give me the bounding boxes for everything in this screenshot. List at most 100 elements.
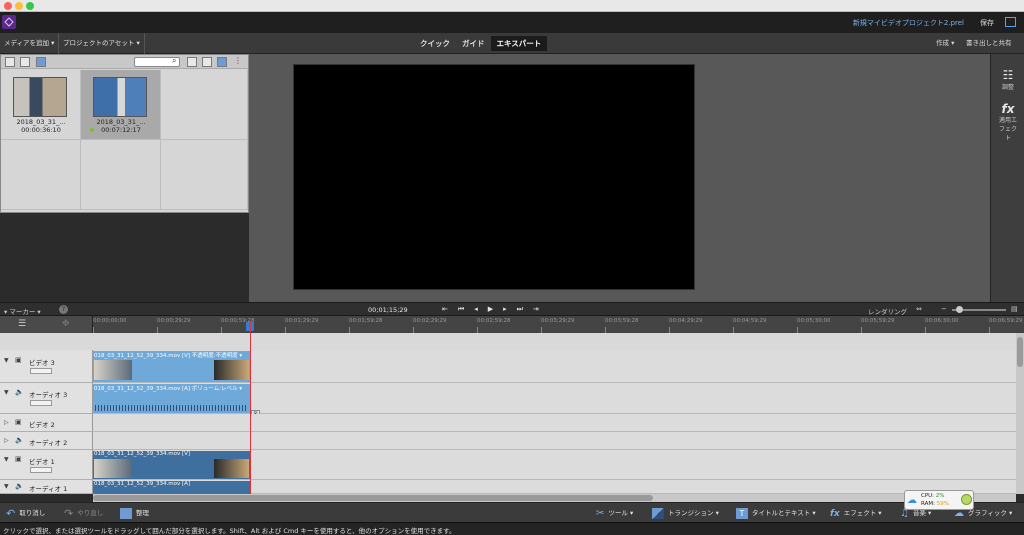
zoom-slider-handle[interactable] — [956, 306, 963, 313]
timecode-display[interactable]: 00;01;15;29 — [368, 306, 408, 314]
trash-icon[interactable] — [202, 57, 212, 67]
applied-effects-button[interactable]: fx 適用エフェクト — [991, 102, 1024, 143]
transitions-button[interactable]: トランジション ▾ — [652, 507, 719, 519]
pin-icon[interactable] — [217, 57, 227, 67]
ruler-tick-label: 00;00;00;00 — [93, 318, 127, 324]
clip-title: 018_03_31_12_52_39_334.mov [V] 不透明度:不透明度… — [94, 353, 243, 359]
project-assets-dropdown[interactable]: プロジェクトのアセット ▾ — [59, 33, 145, 54]
go-to-end-icon[interactable]: ⇥ — [533, 305, 539, 314]
save-button[interactable]: 保存 — [980, 18, 994, 28]
time-ruler[interactable]: 00;00;00;00 00;00;29;29 00;00;59;28 00;01;2… — [93, 316, 1024, 333]
asset-item[interactable]: 2018_03_31_... 00:00:36:10 — [1, 70, 81, 140]
window-title-bar — [0, 0, 1024, 12]
ruler-tick-label: 00;06;30;00 — [925, 318, 959, 324]
clip-audio-3[interactable]: 018_03_31_12_52_39_334.mov [A] ボリューム:レベル… — [93, 384, 250, 413]
speaker-icon: 🔈 — [15, 436, 24, 444]
organizer-icon — [120, 507, 132, 519]
track-label: オーディオ 2 — [29, 439, 68, 447]
expand-track-icon[interactable]: ▼ — [4, 357, 9, 364]
ruler-tick-label: 00;02;29;29 — [413, 318, 447, 324]
tab-guided[interactable]: ガイド — [456, 36, 491, 51]
expand-track-icon[interactable]: ▷ — [4, 419, 9, 426]
track-toggle-buttons[interactable] — [30, 467, 52, 473]
timeline-control-bar: ▾ マーカー ▾ ? 00;01;15;29 ⇤ ⏮ ◂ ▶ ▸ ⏭ ⇥ レンダ… — [0, 302, 1024, 316]
transition-icon — [652, 507, 664, 519]
clip-video-1[interactable]: 018_03_31_12_52_39_334.mov [V] — [93, 451, 250, 479]
step-back-icon[interactable]: ◂ — [474, 305, 478, 314]
playhead-line — [250, 322, 251, 495]
ruler-tick-label: 00;05;59;29 — [861, 318, 895, 324]
clip-title: 018_03_31_12_52_39_334.mov [V] — [94, 451, 191, 457]
track-toggle-buttons[interactable] — [30, 400, 52, 406]
scrollbar-thumb[interactable] — [1017, 337, 1023, 367]
clip-video-3[interactable]: 018_03_31_12_52_39_334.mov [V] 不透明度:不透明度… — [93, 351, 250, 382]
speaker-icon: 🔈 — [15, 482, 24, 490]
clip-audio-1[interactable]: 018_03_31_12_52_39_334.mov [A] — [93, 481, 250, 494]
timeline-vertical-scrollbar[interactable] — [1016, 333, 1024, 494]
asset-cell-empty — [1, 140, 81, 210]
list-view-icon[interactable] — [5, 57, 15, 67]
add-media-dropdown[interactable]: メディアを追加 ▾ — [0, 33, 60, 54]
track-settings-icon[interactable]: ☰ — [18, 319, 26, 329]
image-filter-icon[interactable] — [20, 57, 30, 67]
tools-button[interactable]: ✂ ツール ▾ — [596, 507, 633, 519]
marker-dropdown[interactable]: ▾ マーカー ▾ — [4, 306, 41, 316]
next-edit-icon[interactable]: ⏭ — [517, 305, 523, 314]
panel-menu-icon[interactable]: ⋮ — [234, 56, 242, 65]
track-body-audio-2[interactable] — [93, 432, 1016, 450]
rendering-button[interactable]: レンダリング — [868, 306, 907, 316]
video-filter-icon[interactable] — [36, 57, 46, 67]
expand-track-icon[interactable]: ▼ — [4, 456, 9, 463]
timeline-tracks: ▼ ▣ ビデオ 3 018_03_31_12_52_39_334.mov [V]… — [0, 333, 1016, 494]
tab-expert[interactable]: エキスパート — [490, 36, 548, 51]
export-share-button[interactable]: 書き出しと共有 — [966, 33, 1012, 54]
track-body-video-2[interactable] — [93, 414, 1016, 432]
timeline-horizontal-scrollbar[interactable] — [93, 494, 1016, 502]
step-forward-icon[interactable]: ▸ — [503, 305, 507, 314]
create-dropdown[interactable]: 作成 ▾ — [936, 33, 954, 54]
mode-tabs: クイック ガイド エキスパート — [414, 36, 548, 51]
assets-toolbar: ⌕ ⋮ — [1, 55, 248, 69]
go-to-start-icon[interactable]: ⇤ — [442, 305, 448, 314]
video-track-icon: ▣ — [15, 455, 22, 463]
status-bar: クリックで選択、または選択ツールをドラッグして囲んだ部分を選択します。Shift… — [0, 522, 1024, 535]
track-label: ビデオ 3 — [29, 359, 55, 367]
effects-button[interactable]: fx エフェクト ▾ — [830, 507, 882, 519]
ruler-tick-label: 00;03;29;29 — [541, 318, 575, 324]
program-monitor[interactable] — [293, 64, 695, 290]
clip-frame — [94, 360, 132, 380]
expand-track-icon[interactable]: ▼ — [4, 483, 9, 490]
play-icon[interactable]: ▶ — [488, 305, 493, 314]
expand-track-icon[interactable]: ▷ — [4, 437, 9, 444]
titles-text-button[interactable]: T タイトルとテキスト ▾ — [736, 507, 816, 519]
minimize-window-button[interactable] — [15, 2, 23, 10]
track-header-video-2: ▷ ▣ ビデオ 2 — [0, 414, 93, 432]
timeline-menu-icon[interactable]: ▤ — [1011, 305, 1018, 313]
close-window-button[interactable] — [4, 2, 12, 10]
new-folder-icon[interactable] — [187, 57, 197, 67]
undo-button[interactable]: ↶ 取り消し — [6, 507, 45, 519]
scrollbar-thumb[interactable] — [93, 495, 653, 501]
cpu-ram-monitor-widget[interactable]: ☁ CPU: 2% RAM: 59% — [904, 490, 974, 510]
transport-controls: ⇤ ⏮ ◂ ▶ ▸ ⏭ ⇥ — [442, 305, 539, 314]
previous-edit-icon[interactable]: ⏮ — [458, 305, 464, 314]
ruler-tick-label: 00;01;59;28 — [349, 318, 383, 324]
redo-button[interactable]: ↷ やり直し — [64, 507, 103, 519]
asset-name: 2018_03_31_... — [96, 118, 146, 126]
track-label: オーディオ 3 — [29, 391, 68, 399]
adjust-panel-button[interactable]: ☷ 調整 — [991, 68, 1024, 91]
track-label: オーディオ 1 — [29, 485, 68, 493]
clip-title: 018_03_31_12_52_39_334.mov [A] ボリューム:レベル… — [94, 386, 242, 392]
zoom-out-icon[interactable]: − — [941, 305, 947, 313]
tab-quick[interactable]: クイック — [414, 36, 456, 51]
clip-frame — [94, 459, 132, 478]
fit-timeline-icon[interactable]: ⇔ — [916, 305, 922, 313]
help-icon[interactable]: ? — [59, 305, 68, 314]
fullscreen-icon[interactable] — [1005, 17, 1016, 27]
organize-button[interactable]: 整理 — [120, 507, 149, 519]
zoom-window-button[interactable] — [26, 2, 34, 10]
expand-track-icon[interactable]: ▼ — [4, 389, 9, 396]
track-toggle-buttons[interactable] — [30, 368, 52, 374]
move-icon[interactable]: ✥ — [62, 319, 70, 329]
asset-item-selected[interactable]: 2018_03_31_... 00:07:12:17 — [81, 70, 161, 140]
